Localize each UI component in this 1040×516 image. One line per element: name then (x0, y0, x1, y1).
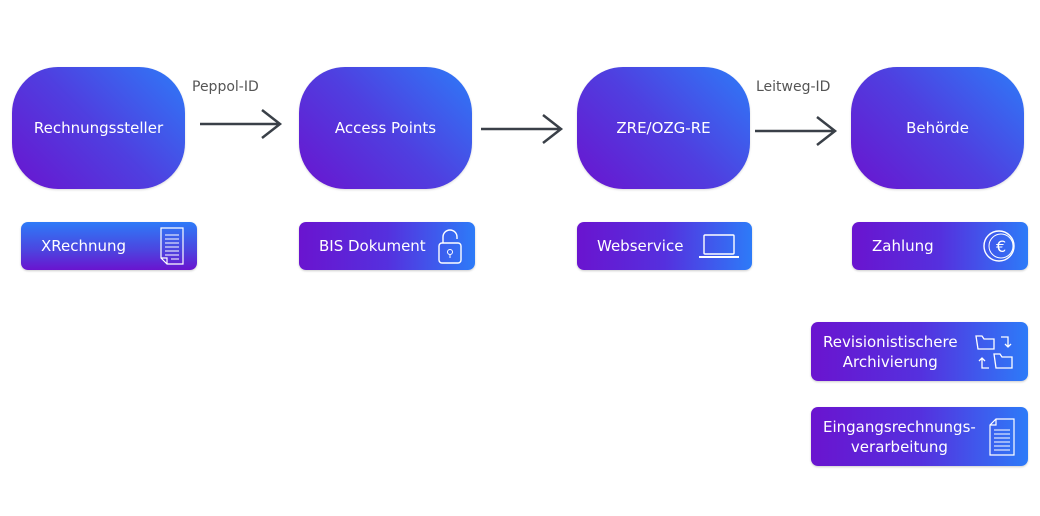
card-label-line1: Eingangsrechnungs- (823, 417, 976, 436)
arrow-icon (755, 116, 838, 146)
node-label: ZRE/OZG-RE (616, 119, 711, 137)
node-label: Access Points (334, 119, 437, 137)
node-rechnungssteller: Rechnungssteller (12, 67, 185, 189)
card-webservice: Webservice (577, 222, 752, 270)
document-icon (160, 227, 184, 265)
card-label-line1: Revisionistischere (823, 332, 958, 351)
svg-text:€: € (996, 237, 1006, 256)
node-access-points: Access Points (299, 67, 472, 189)
card-label: Zahlung (872, 237, 934, 255)
node-label: Rechnungssteller (33, 119, 164, 137)
card-bis-dokument: BIS Dokument (299, 222, 475, 270)
node-label: Behörde (906, 119, 969, 137)
arrow-icon (200, 109, 283, 139)
card-label: Webservice (597, 237, 684, 255)
euro-coin-icon: € (983, 230, 1015, 262)
edge-label-peppol-id: Peppol-ID (192, 79, 259, 95)
card-eingangsrechnungsverarbeitung: Eingangsrechnungs-verarbeitung (811, 407, 1028, 466)
card-zahlung: Zahlung € (852, 222, 1028, 270)
card-label-line2: Archivierung (842, 352, 938, 371)
edge-label-leitweg-id: Leitweg-ID (756, 79, 831, 95)
card-label: Revisionistischere Archivierung (823, 332, 958, 372)
arrow-icon (481, 114, 564, 144)
card-label: Eingangsrechnungs-verarbeitung (823, 417, 976, 457)
folder-sync-icon (975, 334, 1013, 369)
card-label: XRechnung (41, 237, 127, 255)
lock-icon (438, 229, 462, 264)
node-zre-ozg-re: ZRE/OZG-RE (577, 67, 750, 189)
document-icon (989, 417, 1015, 456)
laptop-icon (699, 234, 739, 258)
card-label-line2: verarbeitung (850, 437, 948, 456)
card-xrechnung: XRechnung (21, 222, 197, 270)
card-label: BIS Dokument (319, 237, 426, 255)
card-revisionssichere-archivierung: Revisionistischere Archivierung (811, 322, 1028, 381)
node-behoerde: Behörde (851, 67, 1024, 189)
